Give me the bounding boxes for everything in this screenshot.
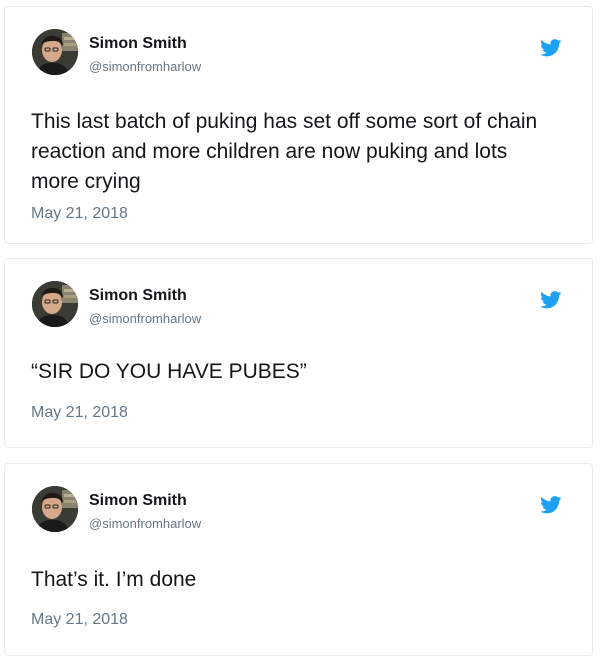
tweet-date[interactable]: May 21, 2018 [31,404,128,422]
tweet-card[interactable]: Simon Smith @simonfromharlow That’s it. … [4,463,593,656]
avatar[interactable] [32,29,78,75]
avatar-photo [32,281,78,327]
tweet-date[interactable]: May 21, 2018 [31,611,128,629]
twitter-bird-icon[interactable] [540,291,562,309]
avatar-photo [32,29,78,75]
author-name[interactable]: Simon Smith [89,35,187,53]
avatar[interactable] [32,486,78,532]
avatar[interactable] [32,281,78,327]
author-handle[interactable]: @simonfromharlow [89,516,201,531]
twitter-bird-icon[interactable] [540,496,562,514]
tweet-text: “SIR DO YOU HAVE PUBES” [31,360,307,383]
author-name[interactable]: Simon Smith [89,287,187,305]
author-handle[interactable]: @simonfromharlow [89,311,201,326]
tweet-card[interactable]: Simon Smith @simonfromharlow “SIR DO YOU… [4,258,593,448]
author-name[interactable]: Simon Smith [89,492,187,510]
twitter-bird-icon[interactable] [540,39,562,57]
author-handle[interactable]: @simonfromharlow [89,59,201,74]
avatar-photo [32,486,78,532]
tweet-card[interactable]: Simon Smith @simonfromharlow This last b… [4,6,593,244]
tweet-text: That’s it. I’m done [31,568,197,591]
tweet-text: This last batch of puking has set off so… [31,110,538,193]
tweet-date[interactable]: May 21, 2018 [31,205,128,223]
